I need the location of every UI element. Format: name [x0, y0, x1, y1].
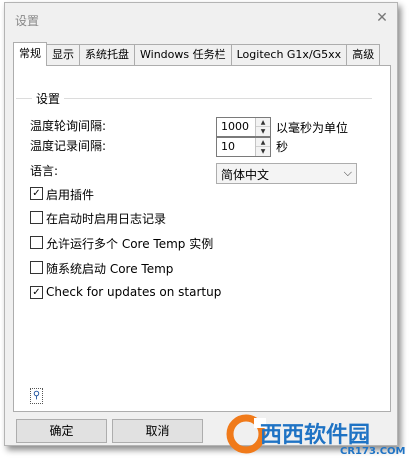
tab-advanced[interactable]: 高级	[346, 44, 381, 66]
poll-interval-stepper[interactable]: 1000 ▲ ▼	[216, 117, 271, 137]
arrow-up-icon: ▲	[260, 119, 266, 126]
tab-windows-taskbar[interactable]: Windows 任务栏	[134, 44, 232, 66]
language-label: 语言:	[30, 164, 59, 178]
chevron-down-icon: ⌵	[343, 166, 352, 179]
group-box-title: 设置	[32, 90, 65, 107]
tab-logitech[interactable]: Logitech G1x/G5xx	[230, 44, 348, 66]
tab-system-tray[interactable]: 系统托盘	[79, 44, 135, 66]
checkbox-box[interactable]	[30, 211, 43, 224]
ok-button[interactable]: 确定	[16, 419, 107, 443]
poll-interval-down-button[interactable]: ▼	[256, 127, 270, 136]
window-title: 设置	[15, 14, 40, 28]
tab-display[interactable]: 显示	[46, 44, 80, 66]
log-interval-value[interactable]: 10	[221, 140, 235, 153]
tab-general[interactable]: 常规	[13, 42, 47, 66]
poll-interval-unit: 以毫秒为单位	[276, 121, 349, 135]
close-icon: ✕	[376, 10, 388, 26]
focus-marker-icon[interactable]: ⚲	[30, 388, 43, 404]
checkbox-label: Check for updates on startup	[46, 285, 222, 299]
checkbox-label: 允许运行多个 Core Temp 实例	[46, 237, 214, 251]
watermark-url: CR173.COM	[340, 446, 406, 457]
group-box-border	[16, 98, 372, 99]
poll-interval-label: 温度轮询间隔:	[30, 119, 107, 133]
checkbox-label: 在启动时启用日志记录	[46, 212, 167, 226]
log-interval-stepper[interactable]: 10 ▲ ▼	[216, 137, 271, 157]
arrow-down-icon: ▼	[260, 148, 266, 155]
checkbox-box[interactable]	[30, 236, 43, 249]
log-interval-unit: 秒	[276, 140, 289, 154]
checkbox-label: 启用插件	[46, 188, 95, 202]
log-interval-label: 温度记录间隔:	[30, 139, 107, 153]
checkbox-box[interactable]: ✓	[30, 187, 43, 200]
arrow-up-icon: ▲	[260, 139, 266, 146]
language-select[interactable]: 简体中文 ⌵	[216, 163, 357, 184]
poll-interval-up-button[interactable]: ▲	[256, 118, 270, 127]
watermark-brand: 西西软件园	[260, 422, 370, 448]
title-bar: 设置 ✕	[5, 3, 397, 35]
cancel-button[interactable]: 取消	[112, 419, 203, 443]
log-interval-down-button[interactable]: ▼	[256, 147, 270, 156]
poll-interval-value[interactable]: 1000	[221, 120, 249, 133]
log-interval-spin-buttons: ▲ ▼	[255, 138, 270, 156]
poll-interval-spin-buttons: ▲ ▼	[255, 118, 270, 136]
log-interval-up-button[interactable]: ▲	[256, 138, 270, 147]
arrow-down-icon: ▼	[260, 128, 266, 135]
close-button[interactable]: ✕	[371, 7, 393, 29]
tab-strip: 常规 显示 系统托盘 Windows 任务栏 Logitech G1x/G5xx 高级	[13, 42, 381, 66]
checkbox-box[interactable]: ✓	[30, 286, 43, 299]
checkbox-label: 随系统启动 Core Temp	[46, 262, 174, 276]
watermark-logo: 西西软件园 CR173.COM	[226, 414, 406, 457]
checkbox-box[interactable]	[30, 261, 43, 274]
language-selected-value: 简体中文	[221, 168, 270, 182]
